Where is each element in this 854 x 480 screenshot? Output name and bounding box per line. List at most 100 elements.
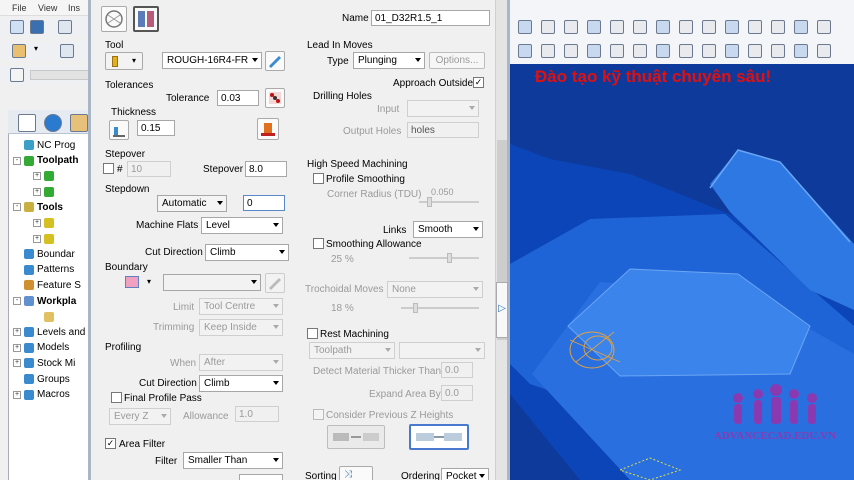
threshold-input[interactable] bbox=[239, 474, 283, 480]
tree-item[interactable]: - Workpla bbox=[13, 294, 76, 308]
tree-item[interactable]: Patterns bbox=[13, 263, 74, 277]
rest-toolpath-select[interactable]: Toolpath bbox=[309, 342, 395, 359]
expand-toggle-icon[interactable]: + bbox=[13, 390, 21, 399]
allowance-input[interactable]: 1.0 bbox=[235, 406, 279, 422]
edit-boundary-icon[interactable] bbox=[265, 273, 285, 293]
viewport-tool-icon[interactable] bbox=[725, 44, 739, 58]
rest-source-select[interactable] bbox=[399, 342, 485, 359]
stepdown-input[interactable]: 0 bbox=[243, 195, 285, 211]
viewport-tool-icon[interactable] bbox=[817, 44, 831, 58]
tool-selector[interactable]: ▾ bbox=[105, 52, 143, 70]
viewport-tool-icon[interactable] bbox=[541, 44, 555, 58]
tree-item[interactable] bbox=[33, 310, 57, 324]
rest-mode-b-button[interactable] bbox=[409, 424, 469, 450]
viewport-tool-icon[interactable] bbox=[587, 20, 601, 34]
toolbar-field[interactable] bbox=[30, 70, 90, 80]
expand-toggle-icon[interactable]: + bbox=[33, 187, 41, 196]
viewport-tool-icon[interactable] bbox=[610, 44, 624, 58]
expand-toggle-icon[interactable]: - bbox=[13, 297, 21, 305]
menu-insert[interactable]: Ins bbox=[68, 3, 80, 13]
lead-type-select[interactable]: Plunging bbox=[353, 52, 425, 69]
profile-smoothing-checkbox[interactable] bbox=[313, 173, 324, 184]
approach-outside-checkbox[interactable]: ✓ bbox=[473, 77, 484, 88]
tree-item[interactable]: + Macros bbox=[13, 388, 70, 402]
dialog-scrollbar[interactable]: ▷ bbox=[495, 0, 508, 480]
viewport-tool-icon[interactable] bbox=[679, 44, 693, 58]
detect-material-input[interactable]: 0.0 bbox=[441, 362, 473, 378]
expand-panel-icon[interactable]: ▷ bbox=[496, 282, 508, 338]
viewport-tool-icon[interactable] bbox=[518, 44, 532, 58]
sorting-selector[interactable]: ⤨ bbox=[339, 466, 373, 480]
machine-flats-select[interactable]: Level bbox=[201, 217, 283, 234]
tree-tab-icon[interactable] bbox=[18, 114, 36, 132]
list-icon[interactable] bbox=[10, 68, 24, 82]
boundary-selector[interactable]: ▾ bbox=[123, 274, 161, 292]
tree-item[interactable]: + bbox=[33, 169, 57, 183]
expand-toggle-icon[interactable]: - bbox=[13, 156, 21, 165]
import-icon[interactable] bbox=[12, 44, 26, 58]
dropdown-icon[interactable]: ▾ bbox=[34, 44, 48, 58]
expand-toggle-icon[interactable]: + bbox=[13, 328, 21, 337]
trochoidal-select[interactable]: None bbox=[387, 281, 483, 298]
viewport-tool-icon[interactable] bbox=[748, 20, 762, 34]
filter-select[interactable]: Smaller Than bbox=[183, 452, 283, 469]
tolerance-input[interactable]: 0.03 bbox=[217, 90, 259, 106]
tree-item[interactable]: - Tools bbox=[13, 200, 63, 214]
name-input[interactable]: 01_D32R1.5_1 bbox=[371, 10, 490, 26]
new-icon[interactable] bbox=[10, 20, 24, 34]
stepover-input[interactable]: 8.0 bbox=[245, 161, 287, 177]
stepover-count-input[interactable]: 10 bbox=[127, 161, 171, 177]
viewport-tool-icon[interactable] bbox=[817, 20, 831, 34]
tree-item[interactable]: - Toolpath bbox=[13, 154, 78, 168]
trochoidal-slider[interactable] bbox=[401, 303, 479, 313]
viewport-tool-icon[interactable] bbox=[656, 44, 670, 58]
viewport-tool-icon[interactable] bbox=[702, 20, 716, 34]
rest-machining-checkbox[interactable] bbox=[307, 328, 318, 339]
viewport-tool-icon[interactable] bbox=[656, 20, 670, 34]
cut-direction-select[interactable]: Climb bbox=[205, 244, 289, 261]
consider-z-checkbox[interactable] bbox=[313, 409, 324, 420]
stepdown-mode-select[interactable]: Automatic bbox=[157, 195, 227, 212]
drilling-input-select[interactable] bbox=[407, 100, 479, 117]
component-thickness-icon[interactable] bbox=[257, 118, 279, 140]
tree-item[interactable]: + Models bbox=[13, 341, 69, 355]
viewport-tool-icon[interactable] bbox=[794, 44, 808, 58]
tree-item[interactable]: Feature S bbox=[13, 278, 81, 292]
viewport-tool-icon[interactable] bbox=[771, 20, 785, 34]
viewport-tool-icon[interactable] bbox=[679, 20, 693, 34]
thickness-input[interactable]: 0.15 bbox=[137, 120, 175, 136]
final-profile-pass-checkbox[interactable] bbox=[111, 392, 122, 403]
ordering-select[interactable]: Pocket bbox=[441, 468, 489, 480]
tree-item[interactable]: + bbox=[33, 216, 57, 230]
boundary-select[interactable] bbox=[163, 274, 261, 291]
viewport-tool-icon[interactable] bbox=[518, 20, 532, 34]
viewport-tool-icon[interactable] bbox=[564, 20, 578, 34]
expand-toggle-icon[interactable]: - bbox=[13, 203, 21, 212]
every-z-select[interactable]: Every Z bbox=[109, 408, 171, 425]
viewport-tool-icon[interactable] bbox=[748, 44, 762, 58]
tree-item[interactable]: NC Prog bbox=[13, 138, 75, 152]
slider-thumb[interactable] bbox=[413, 303, 418, 313]
tool-select[interactable]: ROUGH-16R4-FR bbox=[162, 52, 262, 69]
tool-icon[interactable] bbox=[58, 20, 72, 34]
tree-item[interactable]: + Stock Mi bbox=[13, 356, 75, 370]
links-select[interactable]: Smooth bbox=[413, 221, 483, 238]
save-icon[interactable] bbox=[30, 20, 44, 34]
stepover-count-checkbox[interactable] bbox=[103, 163, 114, 174]
options-button[interactable]: Options... bbox=[429, 52, 485, 69]
rest-mode-a-button[interactable] bbox=[327, 425, 385, 449]
tree-item[interactable]: Groups bbox=[13, 372, 70, 386]
output-holes-input[interactable]: holes bbox=[407, 122, 479, 138]
viewport-tool-icon[interactable] bbox=[771, 44, 785, 58]
tree-item[interactable]: + bbox=[33, 185, 57, 199]
expand-area-input[interactable]: 0.0 bbox=[441, 385, 473, 401]
viewport-tool-icon[interactable] bbox=[564, 44, 578, 58]
edit-tool-icon[interactable] bbox=[265, 51, 285, 71]
slider-thumb[interactable] bbox=[447, 253, 452, 263]
viewport-tool-icon[interactable] bbox=[633, 20, 647, 34]
expand-toggle-icon[interactable]: + bbox=[13, 359, 21, 368]
area-filter-checkbox[interactable]: ✓ bbox=[105, 438, 116, 449]
viewport-tool-icon[interactable] bbox=[541, 20, 555, 34]
viewport-tool-icon[interactable] bbox=[794, 20, 808, 34]
expand-toggle-icon[interactable]: + bbox=[33, 219, 41, 227]
